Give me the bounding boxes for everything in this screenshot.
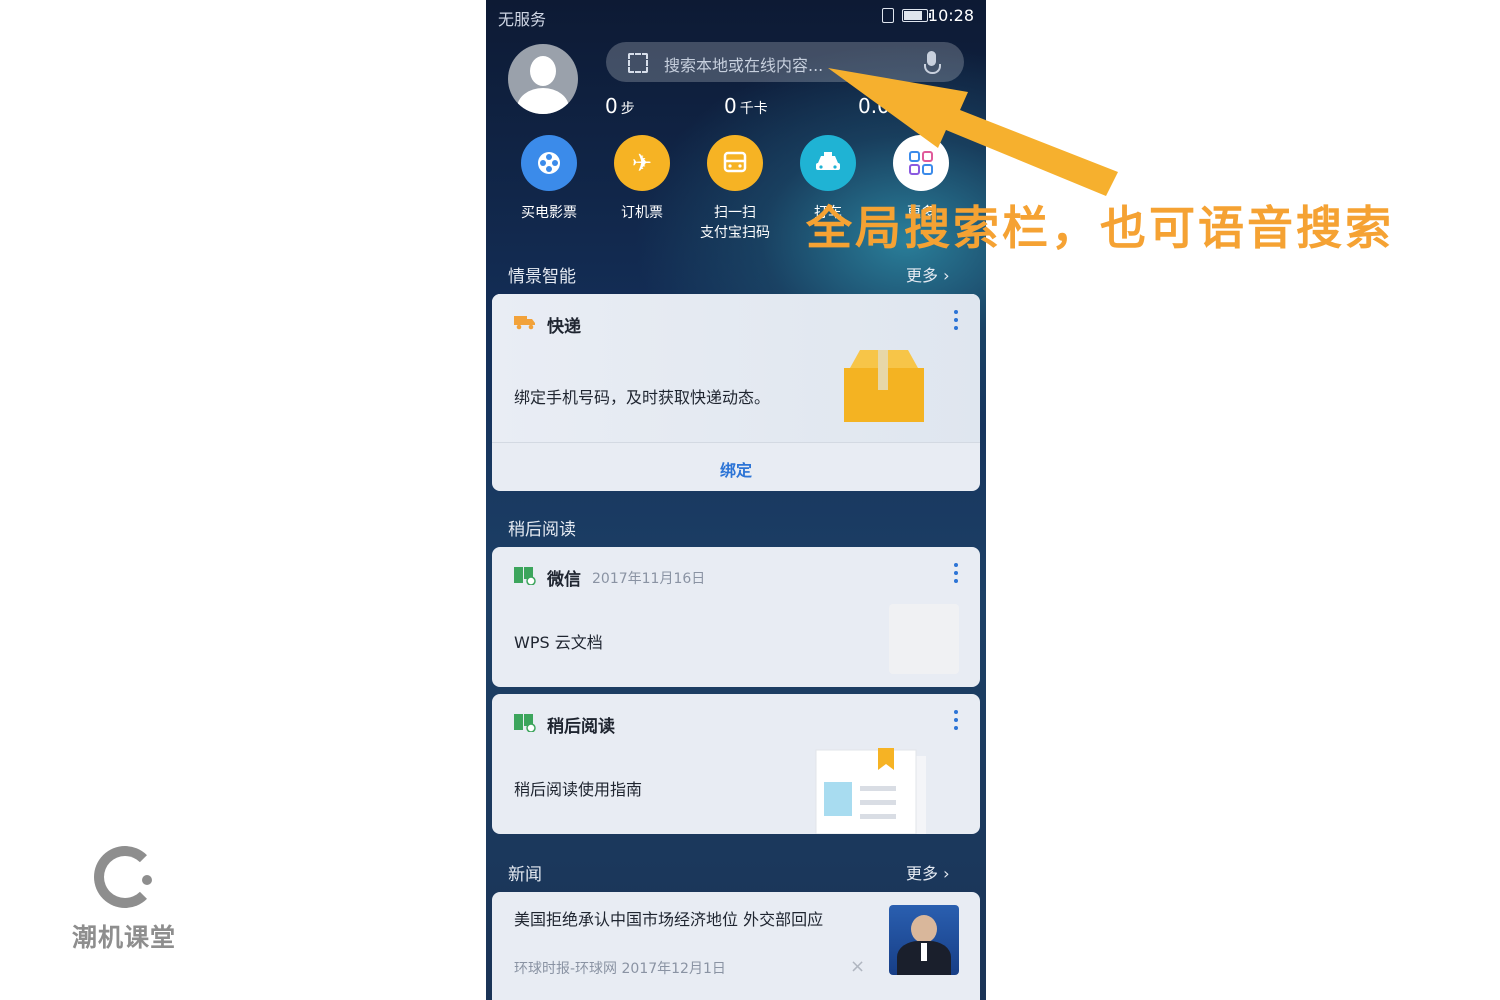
watermark-text: 潮机课堂 bbox=[72, 923, 177, 952]
watermark-logo: 潮机课堂 bbox=[72, 842, 182, 952]
annotation-arrow-icon bbox=[828, 68, 1118, 196]
annotation-label: 全局搜索栏，也可语音搜索 bbox=[806, 201, 1394, 255]
